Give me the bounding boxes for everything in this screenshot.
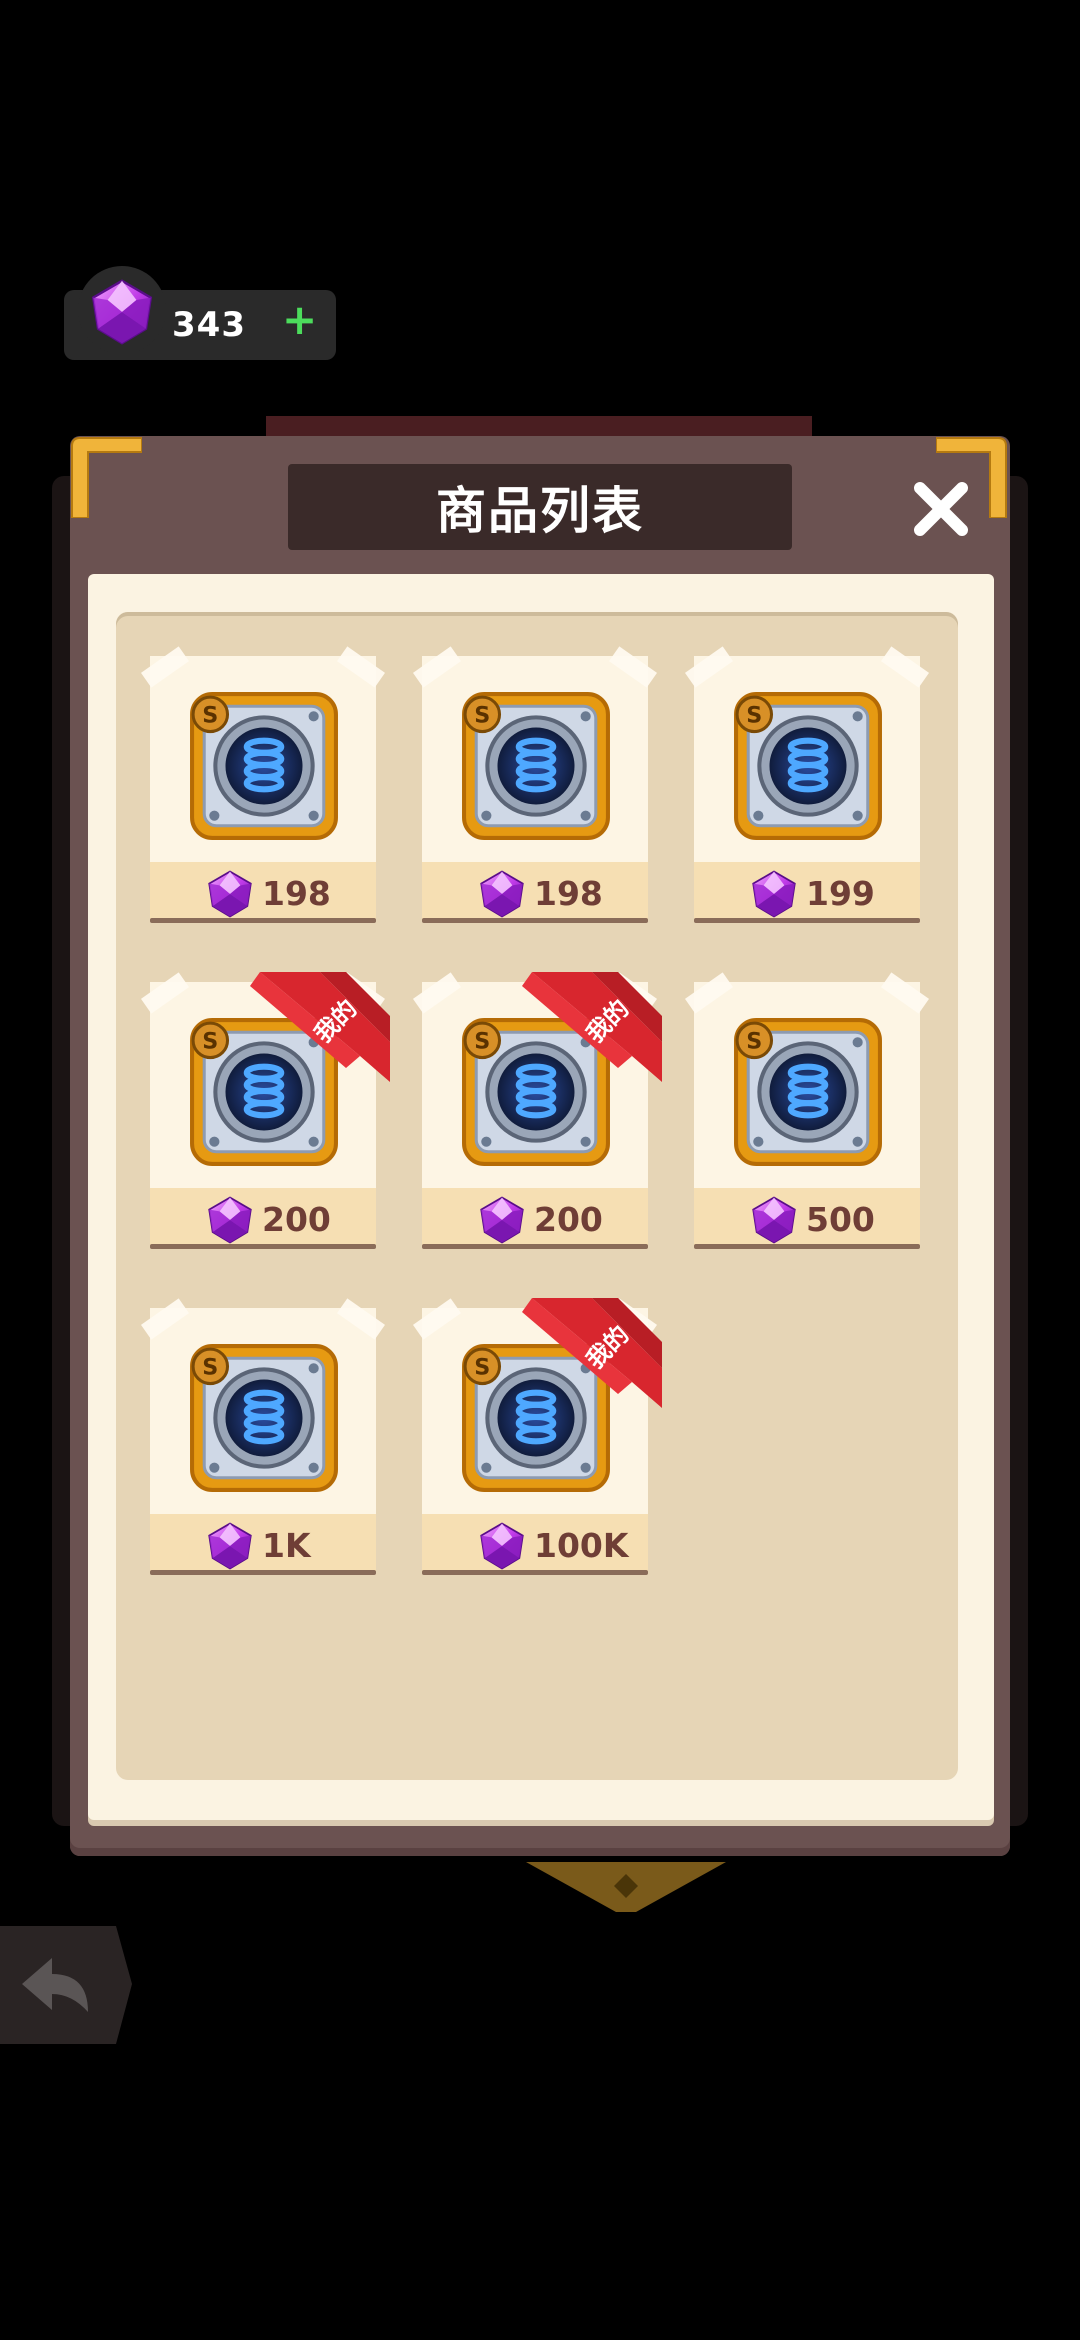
gem-icon bbox=[476, 868, 528, 920]
card-rim bbox=[422, 918, 648, 923]
shop-item-card[interactable]: 500 bbox=[684, 972, 930, 1252]
gem-icon bbox=[204, 868, 256, 920]
dialog-title: 商品列表 bbox=[436, 482, 644, 540]
gem-icon bbox=[86, 274, 158, 350]
item-price: 200 bbox=[262, 1200, 331, 1239]
item-price: 500 bbox=[806, 1200, 875, 1239]
gem-icon bbox=[748, 868, 800, 920]
shop-item-card[interactable]: 198 bbox=[412, 646, 658, 926]
back-button[interactable] bbox=[0, 1926, 132, 2044]
spring-item-icon bbox=[188, 1342, 340, 1494]
gem-icon bbox=[204, 1194, 256, 1246]
card-rim bbox=[150, 1570, 376, 1575]
card-rim bbox=[150, 1244, 376, 1249]
spring-item-icon bbox=[460, 690, 612, 842]
shop-item-card[interactable]: 200 我的 bbox=[140, 982, 376, 1252]
shop-item-card[interactable]: 100K 我的 bbox=[412, 1308, 648, 1578]
item-price: 1K bbox=[262, 1526, 311, 1565]
close-icon[interactable] bbox=[910, 478, 972, 540]
emblem-decoration bbox=[526, 1862, 726, 1912]
item-price: 200 bbox=[534, 1200, 603, 1239]
gem-icon bbox=[476, 1194, 528, 1246]
item-price: 198 bbox=[534, 874, 603, 913]
item-price: 199 bbox=[806, 874, 875, 913]
item-price: 198 bbox=[262, 874, 331, 913]
shop-item-card[interactable]: 199 bbox=[684, 646, 930, 926]
card-rim bbox=[150, 918, 376, 923]
spring-item-icon bbox=[732, 1016, 884, 1168]
gem-icon bbox=[476, 1520, 528, 1572]
gem-icon bbox=[204, 1520, 256, 1572]
item-price: 100K bbox=[534, 1526, 629, 1565]
currency-amount: 343 bbox=[172, 305, 246, 345]
spring-item-icon bbox=[732, 690, 884, 842]
card-rim bbox=[694, 1244, 920, 1249]
spring-item-icon bbox=[188, 690, 340, 842]
card-rim bbox=[694, 918, 920, 923]
card-rim bbox=[422, 1244, 648, 1249]
shop-item-card[interactable]: 198 bbox=[140, 646, 386, 926]
shop-item-card[interactable]: 1K bbox=[140, 1298, 386, 1578]
shop-item-card[interactable]: 200 我的 bbox=[412, 982, 648, 1252]
corner-ornament-left bbox=[68, 434, 142, 518]
card-rim bbox=[422, 1570, 648, 1575]
gem-icon bbox=[748, 1194, 800, 1246]
add-currency-button[interactable]: + bbox=[282, 299, 317, 341]
